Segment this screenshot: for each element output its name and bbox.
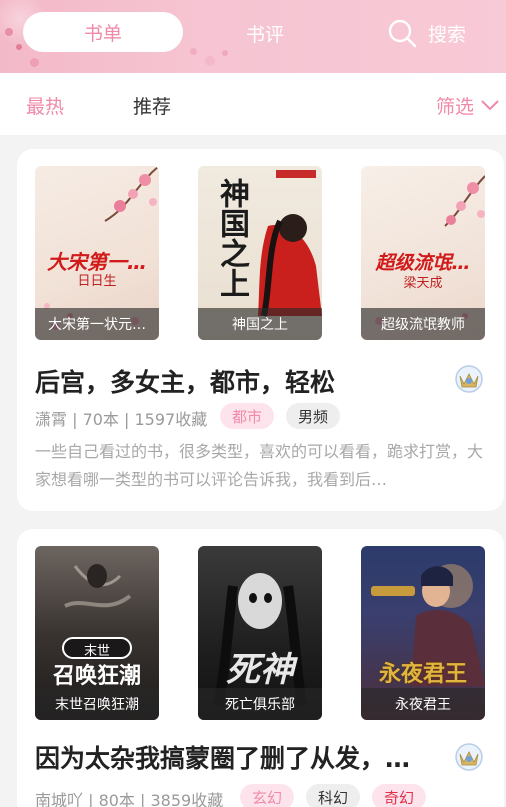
book-title: 末世召唤狂潮 bbox=[35, 688, 159, 720]
search-label: 搜索 bbox=[428, 23, 467, 46]
cover-author: 末世 bbox=[83, 644, 110, 659]
blossom-decoration bbox=[5, 28, 13, 36]
cover-author: 梁天成 bbox=[403, 276, 443, 291]
booklist-description: 一些自己看过的书，很多类型，喜欢的可以看看，跪求打赏，大家想看哪一类型的书可以评… bbox=[35, 442, 484, 489]
book-cover[interactable]: 大宋第一… 日日生 大宋第一状元… bbox=[35, 166, 159, 340]
genre-tag[interactable]: 玄幻 bbox=[240, 784, 295, 807]
cover-title: 超级流氓… bbox=[375, 252, 471, 274]
cover-author: 日日生 bbox=[77, 274, 117, 289]
cover-title: 神国之上 bbox=[214, 178, 249, 298]
filter-label: 筛选 bbox=[436, 96, 475, 118]
booklist-meta: 潇霄 | 70本 | 1597收藏 bbox=[35, 410, 208, 429]
booklist-card[interactable]: 末世 召唤狂潮 末世召唤狂潮 死神 死亡俱乐部 永夜君王 永夜君王 因为太杂我搞… bbox=[17, 529, 504, 807]
book-title: 大宋第一状元… bbox=[35, 308, 159, 340]
channel-tag[interactable]: 男频 bbox=[286, 403, 341, 429]
blossom-decoration bbox=[205, 56, 215, 66]
top-bar: 书单 书评 搜索 bbox=[0, 0, 506, 73]
search-icon bbox=[386, 17, 418, 49]
book-cover[interactable]: 永夜君王 永夜君王 bbox=[361, 546, 485, 720]
sort-recommended[interactable]: 推荐 bbox=[133, 92, 171, 119]
filter-bar: 最热 推荐 筛选 bbox=[0, 73, 506, 135]
blossom-decoration bbox=[30, 58, 39, 67]
book-cover[interactable]: 超级流氓… 梁天成 超级流氓教师 bbox=[361, 166, 485, 340]
level-badge-icon bbox=[454, 742, 484, 772]
blossom-decoration bbox=[222, 50, 228, 56]
genre-tag[interactable]: 科幻 bbox=[306, 784, 361, 807]
book-cover[interactable]: 末世 召唤狂潮 末世召唤狂潮 bbox=[35, 546, 159, 720]
sort-hot[interactable]: 最热 bbox=[26, 92, 64, 119]
level-badge-icon bbox=[454, 364, 484, 394]
genre-tag[interactable]: 都市 bbox=[220, 403, 275, 429]
genre-tag[interactable]: 奇幻 bbox=[372, 784, 427, 807]
cover-title: 死神 bbox=[226, 650, 294, 690]
book-cover[interactable]: 死神 死亡俱乐部 bbox=[198, 546, 322, 720]
blossom-decoration bbox=[16, 44, 22, 50]
book-title: 死亡俱乐部 bbox=[198, 688, 322, 720]
book-cover[interactable]: 神国之上 神国之上 bbox=[198, 166, 322, 340]
search-button[interactable]: 搜索 bbox=[386, 16, 466, 50]
booklist-card[interactable]: 大宋第一… 日日生 大宋第一状元… 神国之上 神国之上 超级流氓… 梁天成 超级… bbox=[17, 149, 504, 511]
tab-booklist-label: 书单 bbox=[83, 22, 122, 45]
cover-title: 永夜君王 bbox=[378, 662, 467, 687]
filter-button[interactable]: 筛选 bbox=[436, 92, 500, 119]
booklist-meta: 南城吖 | 80本 | 3859收藏 bbox=[35, 791, 224, 807]
chevron-down-icon bbox=[480, 95, 500, 117]
booklist-title: 因为太杂我搞蒙圈了删了从发，… bbox=[35, 744, 411, 773]
tab-review[interactable]: 书评 bbox=[230, 20, 300, 46]
book-title: 超级流氓教师 bbox=[361, 308, 485, 340]
tab-review-label: 书评 bbox=[245, 24, 284, 46]
cover-title: 召唤狂潮 bbox=[52, 664, 141, 689]
tab-booklist[interactable]: 书单 bbox=[23, 12, 183, 52]
book-title: 永夜君王 bbox=[361, 688, 485, 720]
book-title: 神国之上 bbox=[198, 308, 322, 340]
booklist-title: 后宫，多女主，都市，轻松 bbox=[35, 368, 336, 397]
blossom-decoration bbox=[190, 48, 197, 55]
